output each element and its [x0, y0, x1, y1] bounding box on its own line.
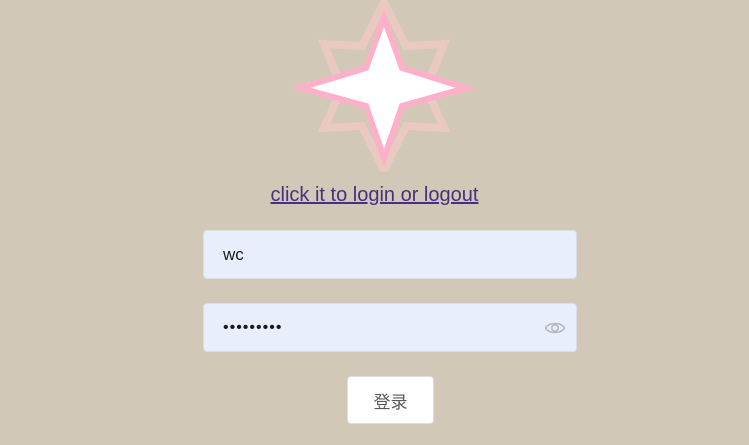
password-field [203, 303, 577, 352]
login-link-container: click it to login or logout [0, 182, 749, 208]
username-field [203, 230, 577, 279]
password-input[interactable] [204, 304, 576, 351]
star-icon [294, 0, 474, 172]
login-page: click it to login or logout 登录 [0, 0, 749, 445]
login-logout-link[interactable]: click it to login or logout [271, 184, 479, 206]
username-input[interactable] [204, 231, 576, 278]
eye-icon[interactable] [544, 318, 566, 338]
login-button[interactable]: 登录 [347, 376, 434, 424]
